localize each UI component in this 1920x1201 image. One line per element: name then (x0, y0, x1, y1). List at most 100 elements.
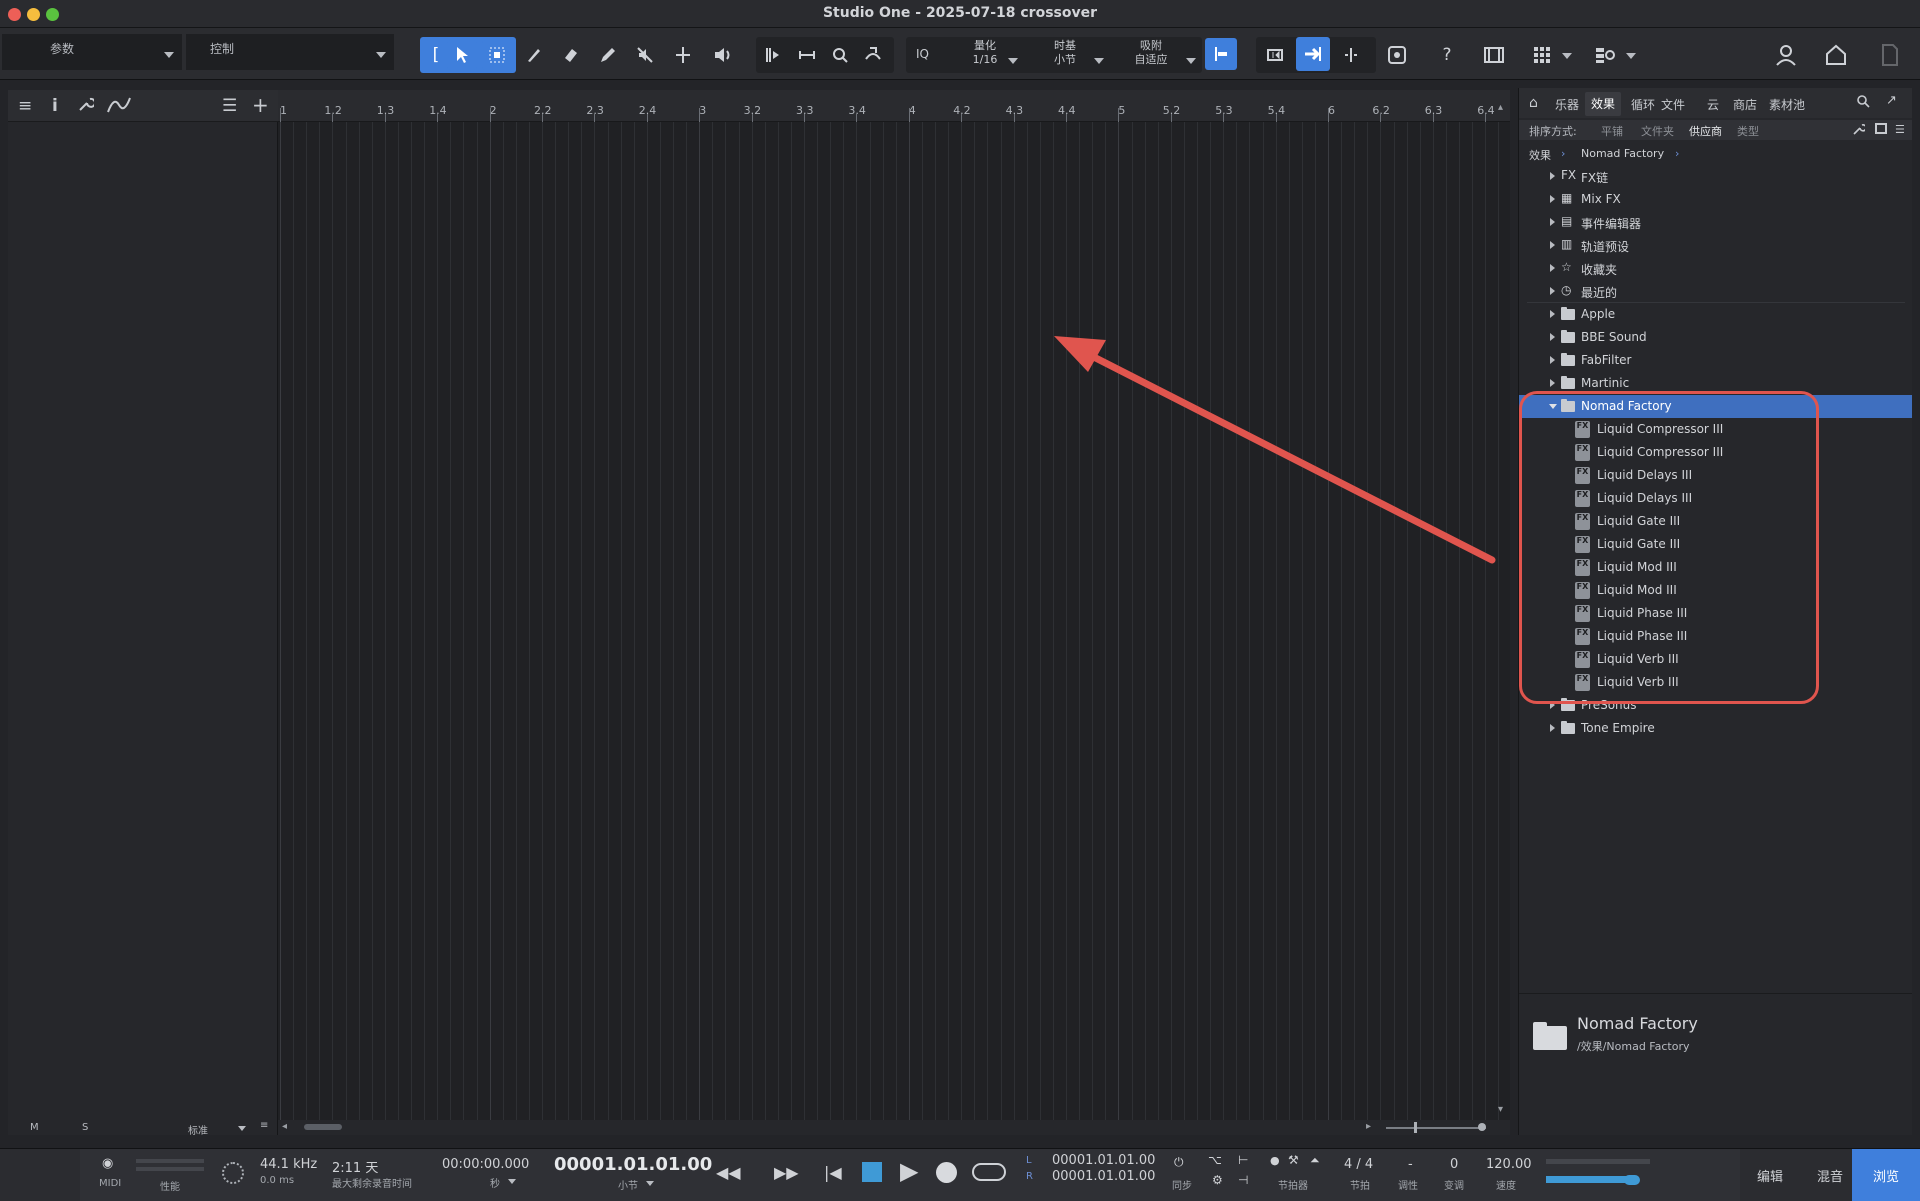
track-list-icon[interactable]: ≡ (18, 96, 32, 116)
bend-tool-button[interactable] (668, 40, 698, 70)
chevron-right-icon[interactable] (1550, 218, 1555, 226)
help-button[interactable]: ? (1432, 40, 1462, 70)
paint-tool-button[interactable] (593, 40, 623, 70)
scroll-up-icon[interactable]: ▴ (1498, 102, 1503, 113)
browser-home-icon[interactable]: ⌂ (1529, 95, 1538, 111)
snap-selector[interactable]: 吸附 自适应 (1124, 39, 1178, 67)
chevron-right-icon[interactable] (1550, 287, 1555, 295)
range-tool-button[interactable] (482, 40, 512, 70)
browser-search-icon[interactable] (1856, 94, 1870, 111)
snap-toggle-button[interactable] (1205, 38, 1237, 70)
loop-start[interactable]: 00001.01.01.00 (1052, 1153, 1155, 1168)
time-signature[interactable]: 4 / 4 (1344, 1157, 1373, 1172)
metronome-dot-icon[interactable]: ● (1270, 1154, 1280, 1167)
zoom-slider-handle[interactable] (1414, 1122, 1417, 1133)
power-icon[interactable]: ⏻ (1174, 1155, 1184, 1170)
vendor-folder[interactable]: Apple (1519, 303, 1912, 326)
chevron-right-icon[interactable] (1550, 333, 1555, 341)
key-value[interactable]: - (1408, 1157, 1413, 1172)
tempo-value[interactable]: 120.00 (1486, 1157, 1532, 1172)
split-screen-button[interactable] (1336, 40, 1366, 70)
vendor-folder[interactable]: Tone Empire (1519, 717, 1912, 740)
list-icon[interactable]: ≡ (260, 1120, 268, 1131)
sort-type[interactable]: 类型 (1737, 123, 1759, 139)
preview-pane-icon[interactable] (1875, 123, 1887, 134)
timeline-ruler[interactable]: 1 1.2 1.3 1.4 2 2.2 2.3 2.4 3 3.2 3.3 3.4 4 4.2 4.3 4.4… (278, 90, 1510, 122)
pre-roll-icon[interactable]: ⊢ (1238, 1153, 1248, 1167)
return-to-zero-icon[interactable]: |◀ (824, 1163, 842, 1182)
account-button[interactable] (1768, 37, 1804, 73)
tree-item[interactable]: ▥ 轨道预设 (1519, 234, 1912, 257)
tree-item[interactable]: ▤ 事件编辑器 (1519, 211, 1912, 234)
tree-item[interactable]: ☆ 收藏夹 (1519, 257, 1912, 280)
auto-punch-icon[interactable]: ⊣ (1238, 1173, 1248, 1187)
breadcrumb-effects[interactable]: 效果 (1529, 147, 1551, 163)
video-button[interactable] (1479, 40, 1509, 70)
tab-files[interactable]: 文件 (1661, 96, 1685, 113)
automation-icon[interactable] (106, 96, 132, 119)
start-page-button[interactable] (1818, 37, 1854, 73)
layout-button[interactable] (1590, 40, 1620, 70)
timeline-follow-button[interactable] (1260, 40, 1290, 70)
wrench-icon[interactable] (78, 96, 96, 117)
time-seconds[interactable]: 00:00:00.000 (442, 1157, 529, 1172)
iq-button[interactable]: IQ (916, 47, 929, 61)
chevron-right-icon[interactable] (1550, 379, 1555, 387)
chevron-right-icon[interactable] (1550, 310, 1555, 318)
zoom-slider-track[interactable] (1386, 1127, 1486, 1129)
track-height-mode[interactable]: 标准 (188, 1122, 208, 1137)
tree-item[interactable]: FX FX链 (1519, 165, 1912, 188)
arrangement-view[interactable]: 1 1.2 1.3 1.4 2 2.2 2.3 2.4 3 3.2 3.3 3.4 4 4.2 4.3 4.4… (278, 90, 1510, 1135)
tree-item[interactable]: ◷ 最近的 (1519, 280, 1912, 303)
song-page-button[interactable] (1872, 37, 1908, 73)
tab-shop[interactable]: 商店 (1733, 96, 1757, 113)
settings-gear-icon[interactable]: ⚙ (1212, 1173, 1223, 1187)
record-button[interactable] (936, 1162, 957, 1183)
add-track-icon[interactable]: + (252, 93, 269, 117)
chevron-right-icon[interactable] (1550, 241, 1555, 249)
wrench-icon[interactable] (1853, 123, 1867, 138)
transpose-value[interactable]: 0 (1450, 1157, 1458, 1172)
timebase-selector[interactable]: 时基 小节 (1040, 39, 1090, 67)
list-view-icon[interactable]: ☰ (1895, 123, 1905, 136)
fit-button[interactable] (792, 40, 822, 70)
grid-view-button[interactable] (1527, 40, 1557, 70)
loop-end[interactable]: 00001.01.01.00 (1052, 1169, 1155, 1184)
arrow-tool-button[interactable] (447, 40, 477, 70)
vendor-folder[interactable]: BBE Sound (1519, 326, 1912, 349)
eraser-tool-button[interactable] (556, 40, 586, 70)
cursor-follow-button[interactable] (1296, 37, 1330, 71)
metronome-icon[interactable]: ⏶ (1310, 1153, 1320, 1168)
solo-all-button[interactable]: S (82, 1122, 88, 1133)
breadcrumb-vendor[interactable]: Nomad Factory (1581, 147, 1664, 160)
tab-instruments[interactable]: 乐器 (1555, 96, 1579, 113)
sort-folder[interactable]: 文件夹 (1641, 123, 1674, 139)
chevron-right-icon[interactable] (1550, 172, 1555, 180)
view-edit-button[interactable]: 编辑 (1740, 1149, 1800, 1201)
ripple-edit-button[interactable] (858, 40, 888, 70)
tab-pool[interactable]: 素材池 (1769, 96, 1805, 113)
auto-scroll-button[interactable] (758, 40, 788, 70)
view-browse-button[interactable]: 浏览 (1852, 1149, 1920, 1201)
scroll-left-icon[interactable]: ◂ (282, 1121, 287, 1132)
chevron-right-icon[interactable] (1550, 724, 1555, 732)
detach-browser-icon[interactable]: ↗ (1886, 93, 1897, 108)
position-display[interactable]: 00001.01.01.00 (554, 1154, 712, 1175)
wrench-icon[interactable]: ⚒ (1288, 1153, 1299, 1167)
midi-monitor-icon[interactable]: ◉ (102, 1156, 113, 1171)
mute-tool-button[interactable] (630, 40, 660, 70)
horizontal-scrollbar[interactable]: ◂ ▸ (278, 1120, 1510, 1135)
split-tool-button[interactable] (519, 40, 549, 70)
chevron-right-icon[interactable] (1550, 264, 1555, 272)
scroll-down-icon[interactable]: ▾ (1498, 1104, 1503, 1115)
punch-icon[interactable]: ⌥ (1208, 1153, 1222, 1167)
volume-toggle[interactable] (1624, 1175, 1640, 1185)
quantize-selector[interactable]: 量化 1/16 (960, 39, 1010, 67)
tab-loops[interactable]: 循环 (1631, 96, 1655, 113)
listen-tool-button[interactable] (708, 40, 738, 70)
chevron-right-icon[interactable] (1550, 356, 1555, 364)
tab-effects[interactable]: 效果 (1585, 92, 1622, 116)
chevron-right-icon[interactable] (1550, 195, 1555, 203)
vendor-folder[interactable]: FabFilter (1519, 349, 1912, 372)
view-mix-button[interactable]: 混音 (1800, 1149, 1860, 1201)
